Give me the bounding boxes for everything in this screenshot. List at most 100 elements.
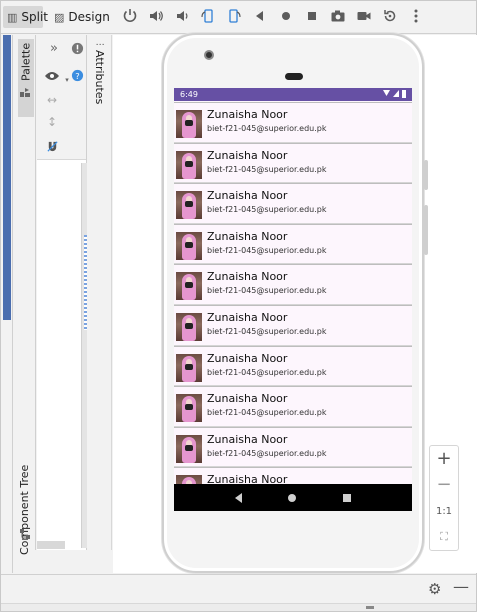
selection-marker	[84, 235, 87, 330]
avatar-mask	[185, 404, 193, 411]
design-mode-button[interactable]: ▨ Design	[51, 6, 111, 28]
horizontal-scrollbar[interactable]	[37, 541, 65, 549]
list-item[interactable]: Zunaisha Noor biet-f21-045@superior.edu.p…	[174, 142, 412, 184]
item-email: biet-f21-045@superior.edu.pk	[207, 326, 327, 336]
power-side-button	[424, 160, 428, 190]
home-icon[interactable]	[277, 7, 295, 25]
more-icon[interactable]	[407, 7, 425, 25]
zoom-in-button[interactable]: +	[430, 448, 458, 469]
item-email: biet-f21-045@superior.edu.pk	[207, 164, 327, 174]
power-icon[interactable]	[121, 7, 139, 25]
design-label: Design	[68, 10, 110, 24]
split-icon: ▥	[7, 10, 18, 24]
tree-icon	[19, 525, 31, 539]
status-bar: 6:49	[174, 88, 412, 101]
code-panel-accent	[3, 35, 11, 320]
item-email: biet-f21-045@superior.edu.pk	[207, 245, 327, 255]
list-item[interactable]: Zunaisha Noor biet-f21-045@superior.edu.p…	[174, 183, 412, 224]
avatar-mask	[185, 201, 193, 208]
list-item[interactable]: Zunaisha Noor biet-f21-045@superior.edu.p…	[174, 223, 412, 265]
avatar-mask	[185, 363, 193, 370]
video-icon[interactable]	[355, 7, 373, 25]
nav-home-icon[interactable]	[288, 493, 297, 502]
list-item[interactable]: Zunaisha Noor biet-f21-045@superior.edu.p…	[174, 304, 412, 346]
zoom-out-button[interactable]: −	[430, 474, 458, 495]
attributes-label: Attributes	[93, 49, 106, 105]
item-name: Zunaisha Noor	[207, 351, 288, 365]
warning-icon[interactable]	[68, 39, 86, 57]
double-chevron-right-icon[interactable]: »	[45, 39, 63, 57]
component-tree-label: Component Tree	[18, 464, 31, 555]
avatar	[176, 434, 202, 463]
android-studio-layout-editor: ▥ Split ▨ Design Palette Component Tree …	[0, 0, 477, 612]
volume-down-icon[interactable]	[173, 7, 191, 25]
avatar-mask	[185, 444, 193, 451]
item-email: biet-f21-045@superior.edu.pk	[207, 286, 327, 296]
horizontal-resize-icon[interactable]: ↔	[43, 91, 61, 109]
recycler-list[interactable]: Zunaisha Noor biet-f21-045@superior.edu.p…	[174, 102, 412, 508]
status-time: 6:49	[180, 90, 198, 99]
item-email: biet-f21-045@superior.edu.pk	[207, 124, 327, 133]
item-email: biet-f21-045@superior.edu.pk	[207, 205, 327, 215]
avatar	[176, 353, 202, 382]
avatar	[176, 272, 202, 301]
list-item[interactable]: Zunaisha Noor biet-f21-045@superior.edu.p…	[174, 345, 412, 387]
attributes-tab[interactable]: ⫶ Attributes	[93, 43, 106, 123]
nav-recents-icon[interactable]	[342, 493, 351, 502]
camera-icon[interactable]	[329, 7, 347, 25]
zoom-controls: + − 1:1 ⛶	[429, 445, 459, 551]
item-name: Zunaisha Noor	[207, 189, 288, 203]
item-name: Zunaisha Noor	[207, 108, 288, 121]
signal-icon	[393, 90, 399, 97]
front-camera	[204, 50, 214, 60]
code-panel-edge	[1, 35, 13, 573]
back-icon[interactable]	[251, 7, 269, 25]
item-name: Zunaisha Noor	[207, 392, 288, 406]
list-item[interactable]: Zunaisha Noor biet-f21-045@superior.edu.p…	[174, 102, 412, 143]
hide-panel-icon[interactable]: —	[453, 577, 469, 596]
replay-icon[interactable]	[381, 7, 399, 25]
right-tool-strip: ⫶ Attributes	[88, 35, 112, 550]
status-icons	[383, 90, 406, 98]
palette-label: Palette	[19, 43, 33, 82]
zoom-to-fit-icon[interactable]: ⛶	[430, 530, 458, 544]
zoom-actual-size-button[interactable]: 1:1	[430, 506, 458, 517]
item-email: biet-f21-045@superior.edu.pk	[207, 367, 327, 377]
list-item[interactable]: Zunaisha Noor biet-f21-045@superior.edu.p…	[174, 264, 412, 305]
avatar	[176, 394, 202, 423]
help-icon[interactable]: ?	[68, 66, 86, 84]
avatar-mask	[185, 160, 193, 167]
vertical-resize-icon[interactable]: ↕	[43, 113, 61, 131]
battery-icon	[402, 90, 406, 98]
item-name: Zunaisha Noor	[207, 270, 288, 284]
rotate-right-icon[interactable]	[225, 7, 243, 25]
item-name: Zunaisha Noor	[207, 310, 288, 324]
avatar-mask	[185, 322, 193, 329]
avatar	[176, 231, 202, 260]
avatar	[176, 312, 202, 341]
bottom-tool-bar: ⚙ —	[1, 574, 476, 602]
nav-back-icon[interactable]	[235, 492, 243, 503]
left-tool-strip: Palette Component Tree	[13, 35, 36, 555]
avatar	[176, 150, 202, 179]
magnet-icon[interactable]	[43, 137, 61, 155]
avatar-mask	[185, 282, 193, 289]
palette-tab[interactable]: Palette	[18, 39, 34, 117]
list-item[interactable]: Zunaisha Noor biet-f21-045@superior.edu.p…	[174, 426, 412, 468]
svg-text:?: ?	[75, 70, 79, 80]
item-name: Zunaisha Noor	[207, 148, 288, 162]
overview-icon[interactable]	[303, 7, 321, 25]
split-mode-button[interactable]: ▥ Split	[3, 6, 48, 28]
avatar-mask	[185, 241, 193, 248]
progress-indicator	[366, 606, 374, 609]
list-item[interactable]: Zunaisha Noor biet-f21-045@superior.edu.p…	[174, 386, 412, 427]
volume-up-icon[interactable]	[147, 7, 165, 25]
device-screen[interactable]: 6:49 Zunaisha Noor biet-f21-045@superior.…	[174, 88, 412, 511]
editor-toolbar: ▥ Split ▨ Design	[1, 1, 476, 34]
code-scroll-gutter	[81, 163, 87, 548]
item-email: biet-f21-045@superior.edu.pk	[207, 408, 327, 418]
design-tools-column: » ▾ ? ↔ ↕	[37, 35, 87, 550]
status-footer	[1, 603, 476, 611]
rotate-left-icon[interactable]	[199, 7, 217, 25]
gear-icon[interactable]: ⚙	[428, 580, 441, 598]
